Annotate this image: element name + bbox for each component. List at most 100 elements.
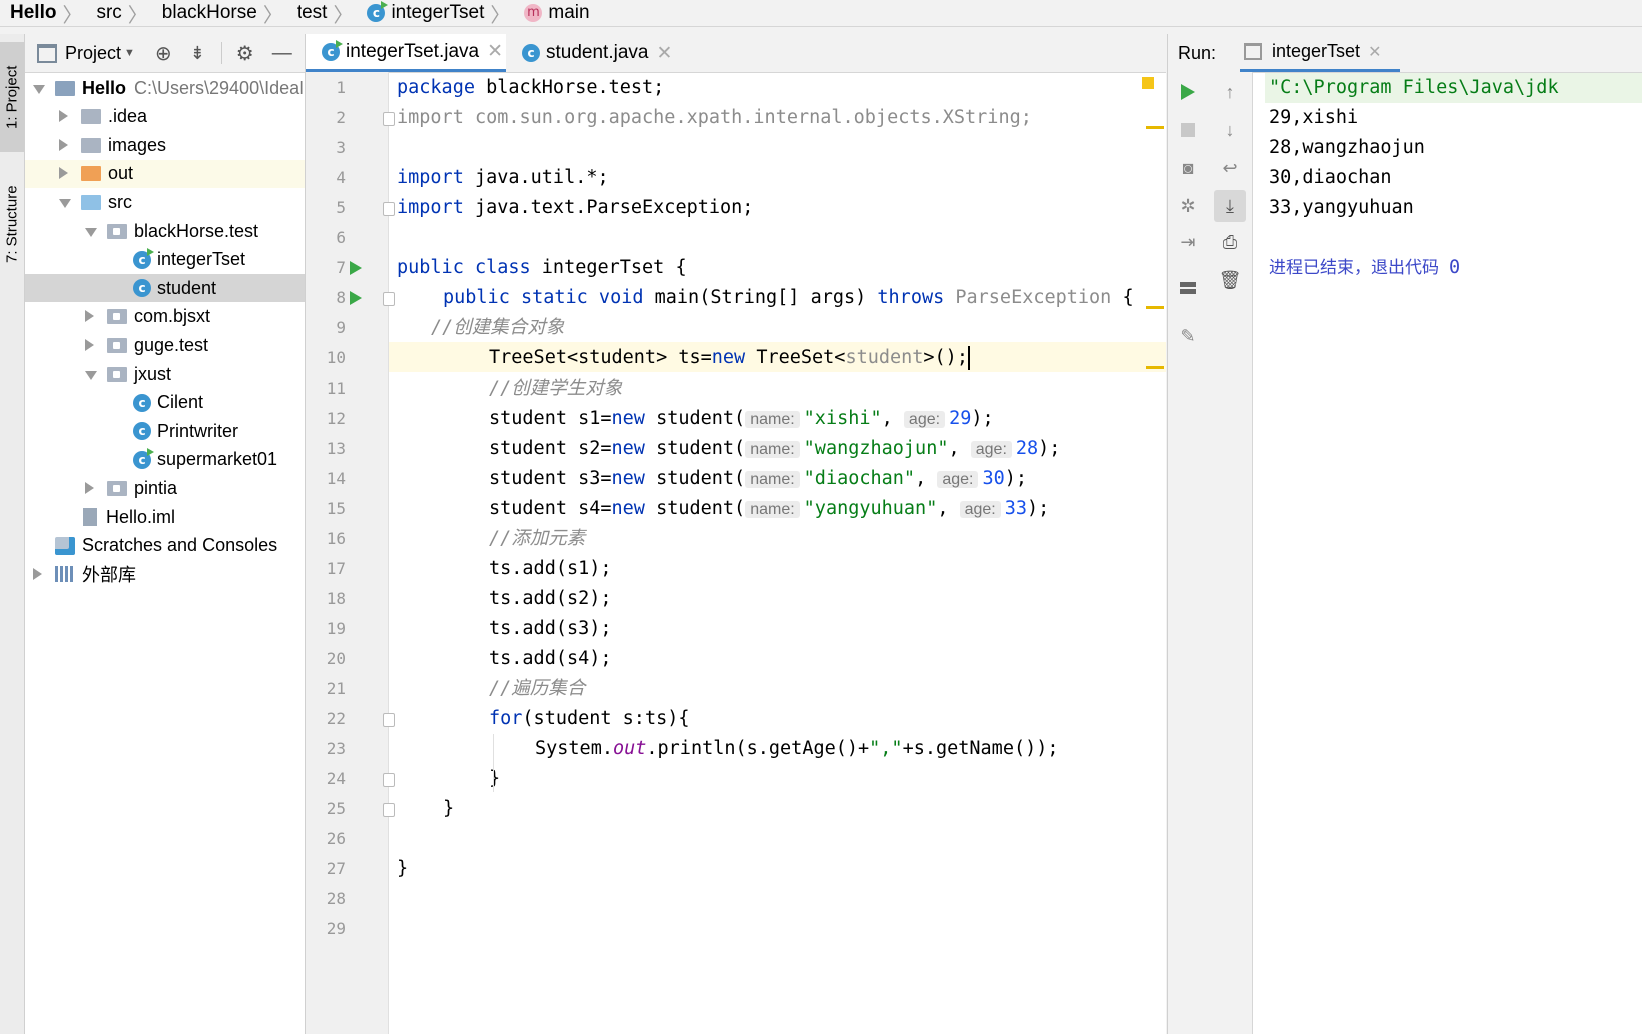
class-icon: c: [133, 279, 151, 298]
tree-item-integertset[interactable]: c integerTset: [25, 246, 305, 274]
library-icon: [55, 566, 75, 583]
error-stripe-mark[interactable]: [1146, 126, 1164, 129]
code-line[interactable]: TreeSet<student> ts=new TreeSet<student>…: [489, 343, 970, 373]
error-stripe-mark[interactable]: [1146, 306, 1164, 309]
code-string: "diaochan": [803, 467, 916, 489]
console-output[interactable]: "C:\Program Files\Java\jdk 29,xishi 28,wan…: [1168, 72, 1642, 1034]
minimize-icon[interactable]: —: [272, 42, 292, 65]
expanded-arrow-icon[interactable]: [59, 198, 71, 208]
tree-item-jxust[interactable]: jxust: [25, 360, 305, 388]
code-token: .println(s.getAge()+: [646, 738, 870, 760]
tree-item-blackhorse-test[interactable]: blackHorse.test: [25, 217, 305, 245]
tree-item-label: jxust: [134, 363, 172, 384]
class-icon: c: [133, 422, 151, 441]
error-stripe-mark[interactable]: [1146, 366, 1164, 369]
run-tab-integertset[interactable]: integerTset ✕: [1240, 34, 1400, 72]
class-icon: c: [322, 39, 343, 61]
code-line[interactable]: for(student s:ts){: [489, 704, 690, 734]
code-token: java.util.*;: [463, 167, 609, 189]
console-output-line: 30,diaochan: [1269, 167, 1392, 189]
tree-item-[interactable]: 外部库: [25, 560, 305, 588]
project-path: C:\Users\29400\IdeaI: [134, 77, 305, 98]
code-line[interactable]: package blackHorse.test;: [397, 73, 664, 103]
code-line[interactable]: System.out.println(s.getAge()+","+s.getN…: [535, 734, 1059, 764]
tree-item-cilent[interactable]: c Cilent: [25, 389, 305, 417]
code-token: ,: [915, 467, 938, 489]
tree-item-hello[interactable]: Hello C:\Users\29400\IdeaI: [25, 74, 305, 102]
code-token: ,: [881, 407, 904, 429]
code-area[interactable]: package blackHorse.test; import com.sun.o…: [306, 72, 1166, 1034]
close-icon[interactable]: ✕: [656, 42, 672, 65]
collapsed-arrow-icon[interactable]: [59, 138, 68, 151]
collapsed-arrow-icon[interactable]: [59, 167, 68, 180]
breadcrumb-hello[interactable]: Hello 〉: [0, 0, 86, 28]
code-line[interactable]: ts.add(s2);: [489, 584, 612, 614]
runnable-class-icon: c: [133, 447, 154, 469]
code-line[interactable]: student s4=new student(name: "yangyuhuan"…: [489, 494, 1049, 524]
code-line[interactable]: student s2=new student(name: "wangzhaojun…: [489, 434, 1060, 464]
tree-item-printwriter[interactable]: c Printwriter: [25, 417, 305, 445]
tree-item-images[interactable]: images: [25, 131, 305, 159]
code-line[interactable]: }: [489, 764, 500, 794]
tree-item-guge-test[interactable]: guge.test: [25, 331, 305, 359]
gear-icon[interactable]: ⚙: [236, 41, 254, 66]
code-line[interactable]: //添加元素: [489, 524, 585, 554]
tree-item-hello-iml[interactable]: Hello.iml: [25, 503, 305, 531]
expanded-arrow-icon[interactable]: [85, 370, 97, 380]
tab-structure[interactable]: 7: Structure: [0, 169, 24, 279]
code-line[interactable]: public static void main(String[] args) t…: [443, 283, 1134, 313]
code-line[interactable]: ts.add(s3);: [489, 614, 612, 644]
breadcrumb-src[interactable]: src 〉: [86, 0, 151, 28]
close-icon[interactable]: ✕: [487, 40, 503, 63]
collapsed-arrow-icon[interactable]: [33, 567, 42, 580]
code-line[interactable]: student s3=new student(name: "diaochan", …: [489, 464, 1027, 494]
tree-item-label: images: [108, 134, 167, 155]
close-icon[interactable]: ✕: [1368, 42, 1381, 62]
collapsed-arrow-icon[interactable]: [85, 481, 94, 494]
code-token: {: [1111, 287, 1134, 309]
tree-item-student[interactable]: c student: [25, 274, 305, 303]
tab-project[interactable]: 1: Project: [0, 42, 24, 152]
code-line[interactable]: ts.add(s1);: [489, 554, 612, 584]
code-line[interactable]: import com.sun.org.apache.xpath.internal…: [397, 103, 1032, 133]
expanded-arrow-icon[interactable]: [85, 227, 97, 237]
code-line[interactable]: public class integerTset {: [397, 253, 687, 283]
tab-student[interactable]: c student.java ✕: [506, 34, 681, 72]
collapsed-arrow-icon[interactable]: [59, 110, 68, 123]
code-line[interactable]: }: [443, 794, 454, 824]
collapse-all-icon[interactable]: ⇟: [190, 43, 205, 64]
tree-item-pintia[interactable]: pintia: [25, 474, 305, 502]
breadcrumb-main[interactable]: m main: [514, 2, 593, 24]
console-output-line: 29,xishi: [1269, 107, 1359, 129]
breadcrumb-test[interactable]: test 〉: [287, 0, 358, 28]
collapsed-arrow-icon[interactable]: [85, 338, 94, 351]
locate-icon[interactable]: ⊕: [155, 41, 172, 66]
process-exit-line: 进程已结束，退出代码 0: [1269, 253, 1460, 283]
code-line[interactable]: student s1=new student(name: "xishi", age…: [489, 404, 994, 434]
code-token: ,: [937, 497, 960, 519]
expanded-arrow-icon[interactable]: [33, 84, 45, 94]
tree-item-supermarket01[interactable]: c supermarket01: [25, 446, 305, 474]
tab-integertset[interactable]: c integerTset.java ✕: [306, 34, 506, 72]
code-line[interactable]: //遍历集合: [489, 674, 585, 704]
code-line[interactable]: ts.add(s4);: [489, 644, 612, 674]
code-line[interactable]: import java.text.ParseException;: [397, 193, 753, 223]
folder-icon: [81, 137, 101, 153]
breadcrumb-blackhorse[interactable]: blackHorse 〉: [152, 0, 287, 28]
code-line[interactable]: //创建集合对象: [431, 313, 564, 343]
project-view-selector[interactable]: Project: [65, 43, 121, 64]
code-line[interactable]: import java.util.*;: [397, 163, 609, 193]
collapsed-arrow-icon[interactable]: [85, 310, 94, 323]
tree-item-com-bjsxt[interactable]: com.bjsxt: [25, 303, 305, 331]
warning-marker-icon[interactable]: [1142, 77, 1154, 89]
code-token: >();: [923, 347, 968, 369]
tab-project-label: 1: Project: [3, 65, 21, 129]
chevron-down-icon[interactable]: ▼: [124, 47, 135, 59]
tree-item-src[interactable]: src: [25, 188, 305, 216]
tree-item-scratches-and-consoles[interactable]: Scratches and Consoles: [25, 532, 305, 560]
tree-item-idea[interactable]: .idea: [25, 103, 305, 131]
tree-item-out[interactable]: out: [25, 159, 305, 188]
code-line[interactable]: }: [397, 854, 408, 884]
breadcrumb-integertset[interactable]: c integerTset 〉: [357, 0, 514, 28]
code-line[interactable]: //创建学生对象: [489, 374, 622, 404]
